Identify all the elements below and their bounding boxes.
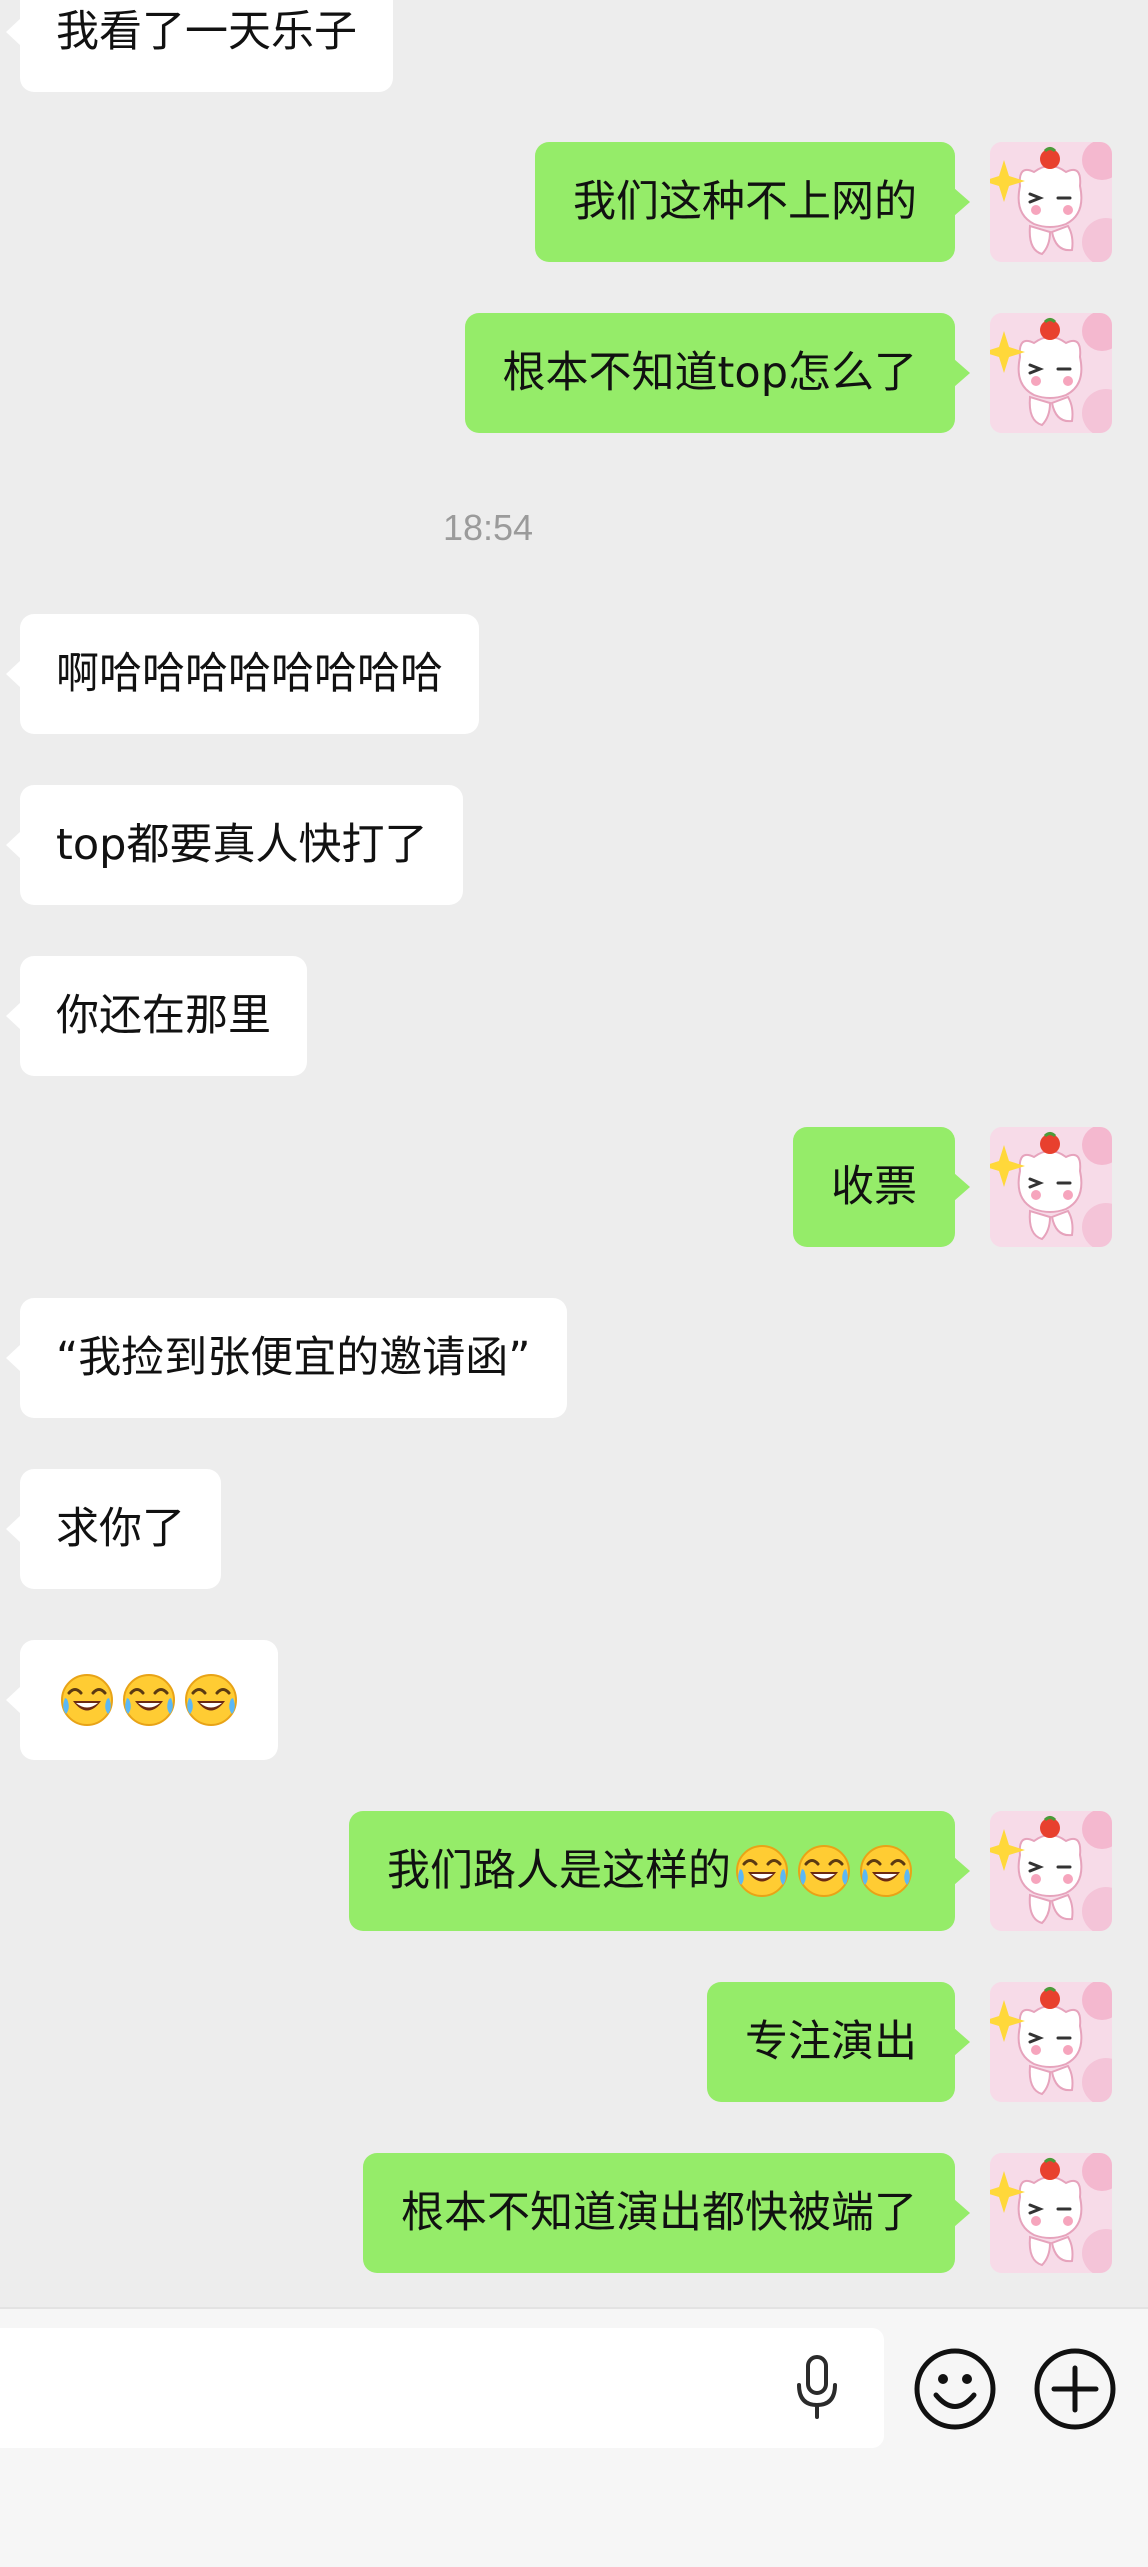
message-bubble-received[interactable]: 😂😂😂 — [6, 1640, 278, 1760]
tears-of-joy-emoji-icon — [858, 1843, 914, 1899]
message-bubble-received[interactable]: “我捡到张便宜的邀请函” — [6, 1298, 567, 1418]
message-text: 我们这种不上网的 — [573, 176, 917, 227]
avatar[interactable] — [990, 1811, 1112, 1931]
smiley-icon[interactable] — [912, 2346, 998, 2432]
message-bubble-received[interactable]: 我看了一天乐子 — [6, 0, 393, 92]
message-text: 求你了 — [56, 1503, 185, 1554]
message-bubble-received[interactable]: top都要真人快打了 — [5, 785, 464, 905]
tears-of-joy-emoji-icon — [796, 1843, 852, 1899]
tears-of-joy-emoji-icon — [59, 1672, 115, 1728]
message-text: “我捡到张便宜的邀请函” — [56, 1332, 531, 1383]
message-text: 专注演出 — [745, 2016, 917, 2067]
message-text: 根本不知道top怎么了 — [502, 347, 917, 398]
cartoon-cat-avatar-icon — [990, 2153, 1112, 2273]
timestamp: 18:54 — [442, 507, 534, 548]
message-bubble-sent[interactable]: 根本不知道演出都快被端了 — [363, 2153, 970, 2273]
message-text: 你还在那里 — [56, 990, 271, 1041]
message-bubble-received[interactable]: 求你了 — [6, 1469, 221, 1589]
message-bubble-received[interactable]: 你还在那里 — [6, 956, 307, 1076]
tears-of-joy-emoji-icon — [183, 1672, 239, 1728]
cartoon-cat-avatar-icon — [990, 313, 1112, 433]
avatar[interactable] — [990, 142, 1112, 262]
microphone-icon[interactable] — [790, 2353, 844, 2423]
message-bubble-sent[interactable]: 根本不知道top怎么了 — [464, 313, 971, 433]
avatar[interactable] — [990, 2153, 1112, 2273]
cartoon-cat-avatar-icon — [990, 1982, 1112, 2102]
chat-input-bar — [0, 2307, 1148, 2567]
cartoon-cat-avatar-icon — [990, 142, 1112, 262]
avatar[interactable] — [990, 1127, 1112, 1247]
message-text: 啊哈哈哈哈哈哈哈哈 — [56, 648, 443, 699]
message-text: 我们路人是这样的 — [387, 1845, 731, 1896]
avatar[interactable] — [990, 1982, 1112, 2102]
avatar[interactable] — [990, 313, 1112, 433]
message-text: 我看了一天乐子 — [56, 6, 357, 57]
tears-of-joy-emoji-icon — [121, 1672, 177, 1728]
cartoon-cat-avatar-icon — [990, 1811, 1112, 1931]
cartoon-cat-avatar-icon — [990, 1127, 1112, 1247]
message-text: 收票 — [831, 1161, 917, 1212]
message-bubble-received[interactable]: 啊哈哈哈哈哈哈哈哈 — [6, 614, 479, 734]
message-bubble-sent[interactable]: 收票 — [793, 1127, 970, 1247]
message-text: top都要真人快打了 — [56, 819, 428, 870]
message-bubble-sent[interactable]: 我们这种不上网的 — [535, 142, 970, 262]
message-text: 根本不知道演出都快被端了 — [401, 2187, 917, 2238]
message-bubble-sent[interactable]: 专注演出 — [707, 1982, 970, 2102]
plus-icon[interactable] — [1032, 2346, 1118, 2432]
message-input[interactable] — [0, 2328, 884, 2448]
tears-of-joy-emoji-icon — [734, 1843, 790, 1899]
message-bubble-sent[interactable]: 我们路人是这样的 😂😂😂 — [349, 1811, 970, 1931]
